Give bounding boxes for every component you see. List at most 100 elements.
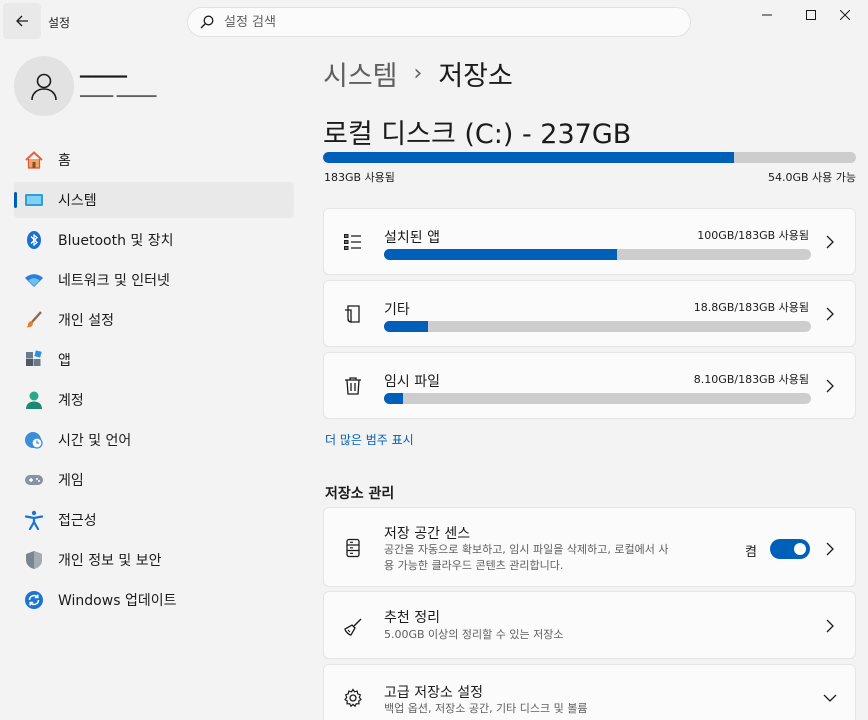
profile-email: ━━━━━ ━━━━━━ [80,90,157,103]
storage-sense-desc-line2: 용 가능한 클라우드 콘텐츠 관리합니다. [384,559,564,572]
sidebar-item-label: 네트워크 및 인터넷 [58,273,170,289]
user-profile[interactable]: ━━━━━━ ━━━━━ ━━━━━━ [14,56,294,116]
accessibility-icon [24,510,44,530]
breadcrumb-parent[interactable]: 시스템 [323,54,398,93]
storage-sense-toggle[interactable] [770,539,810,559]
category-amount: 8.10GB/183GB 사용됨 [693,373,809,386]
storage-sense-toggle-label: 켬 [745,545,757,560]
cleanup-desc: 5.00GB 이상의 정리할 수 있는 저장소 [384,628,564,641]
cleanup-recommendations-card[interactable]: 추천 정리 5.00GB 이상의 정리할 수 있는 저장소 [323,591,856,659]
minimize-icon [762,14,772,16]
chevron-right-icon [823,307,837,321]
search-icon [200,15,214,29]
category-card-temp-files[interactable]: 임시 파일 8.10GB/183GB 사용됨 [323,352,856,419]
sidebar-item-apps[interactable]: 앱 [14,342,294,378]
storage-drive-icon [342,537,364,559]
sidebar-item-label: Windows 업데이트 [58,593,177,609]
apps-icon [24,350,44,370]
system-icon [24,190,44,210]
chevron-right-icon [823,379,837,393]
storage-sense-title: 저장 공간 센스 [384,526,471,542]
show-more-categories-link[interactable]: 더 많은 범주 표시 [325,431,414,448]
advanced-storage-desc: 백업 옵션, 저장소 공간, 기타 디스크 및 볼륨 [384,702,588,715]
sidebar-item-label: 시스템 [58,193,97,209]
app-title: 설정 [48,16,71,30]
category-amount: 18.8GB/183GB 사용됨 [693,301,809,314]
maximize-icon [806,10,816,20]
category-title: 설치된 앱 [384,230,440,246]
gamepad-icon [24,470,44,490]
category-usage-bar [384,321,811,332]
breadcrumb: 시스템 › 저장소 [323,54,513,93]
sidebar-item-label: 개인 정보 및 보안 [58,553,162,569]
shield-icon [24,550,44,570]
storage-sense-card[interactable]: 저장 공간 센스 공간을 자동으로 확보하고, 임시 파일을 삭제하고, 로컬에… [323,507,856,587]
back-arrow-icon [16,15,28,27]
minimize-button[interactable] [744,0,790,30]
bluetooth-icon [24,230,44,250]
advanced-storage-settings-card[interactable]: 고급 저장소 설정 백업 옵션, 저장소 공간, 기타 디스크 및 볼륨 [323,664,856,720]
list-icon [342,231,364,253]
user-icon [31,73,57,101]
title-bar: 설정 [0,0,868,44]
drive-usage-fill [323,152,735,163]
drive-free-label: 54.0GB 사용 가능 [767,171,856,184]
category-usage-fill [384,393,403,404]
clock-globe-icon [24,430,44,450]
sidebar-item-accounts[interactable]: 계정 [14,382,294,418]
sidebar-item-home[interactable]: 홈 [14,142,294,178]
sidebar-item-label: 개인 설정 [58,313,114,329]
sidebar-item-network[interactable]: 네트워크 및 인터넷 [14,262,294,298]
category-usage-fill [384,249,618,260]
category-card-other[interactable]: 기타 18.8GB/183GB 사용됨 [323,280,856,347]
advanced-storage-title: 고급 저장소 설정 [384,685,484,701]
back-button[interactable] [3,3,41,39]
sidebar-item-accessibility[interactable]: 접근성 [14,502,294,538]
sidebar-item-label: 게임 [58,473,84,489]
sidebar-item-label: 시간 및 언어 [58,433,132,449]
sidebar-item-bluetooth[interactable]: Bluetooth 및 장치 [14,222,294,258]
sidebar-item-label: Bluetooth 및 장치 [58,233,174,249]
page-title: 저장소 [438,61,513,92]
sidebar-item-windows-update[interactable]: Windows 업데이트 [14,582,294,618]
trash-icon [342,375,364,397]
document-icon [342,303,364,325]
category-usage-fill [384,321,428,332]
category-title: 기타 [384,302,410,318]
brush-icon [24,310,44,330]
sidebar-item-privacy[interactable]: 개인 정보 및 보안 [14,542,294,578]
sidebar-item-label: 홈 [58,153,71,169]
chevron-right-icon [823,542,837,556]
sidebar-item-personalization[interactable]: 개인 설정 [14,302,294,338]
drive-used-label: 183GB 사용됨 [324,171,395,184]
account-icon [24,390,44,410]
gear-icon [342,687,364,709]
sidebar-item-system[interactable]: 시스템 [14,182,294,218]
sidebar-item-label: 앱 [58,353,71,369]
sidebar-item-label: 접근성 [58,513,97,529]
category-title: 임시 파일 [384,374,440,390]
sidebar-item-time-language[interactable]: 시간 및 언어 [14,422,294,458]
storage-sense-desc-line1: 공간을 자동으로 확보하고, 임시 파일을 삭제하고, 로컬에서 사 [384,543,669,556]
broom-icon [342,616,364,638]
update-icon [24,590,44,610]
sidebar-item-gaming[interactable]: 게임 [14,462,294,498]
breadcrumb-separator: › [413,61,423,86]
search-box[interactable] [187,7,691,37]
chevron-right-icon [823,619,837,633]
search-input[interactable] [224,14,664,30]
category-card-installed-apps[interactable]: 설치된 앱 100GB/183GB 사용됨 [323,208,856,275]
avatar [14,56,74,116]
sidebar-nav: 홈 시스템 Bluetooth 및 장치 네트워크 및 인터넷 개인 설정 앱 [14,142,294,622]
category-usage-bar [384,393,811,404]
sidebar-item-label: 계정 [58,393,84,409]
close-button[interactable] [822,0,868,30]
chevron-down-icon [823,691,837,705]
chevron-right-icon [823,235,837,249]
category-amount: 100GB/183GB 사용됨 [697,229,809,242]
category-usage-bar [384,249,811,260]
close-icon [840,10,850,20]
cleanup-title: 추천 정리 [384,610,440,626]
profile-name: ━━━━━━ [80,70,127,85]
wifi-icon [24,270,44,290]
